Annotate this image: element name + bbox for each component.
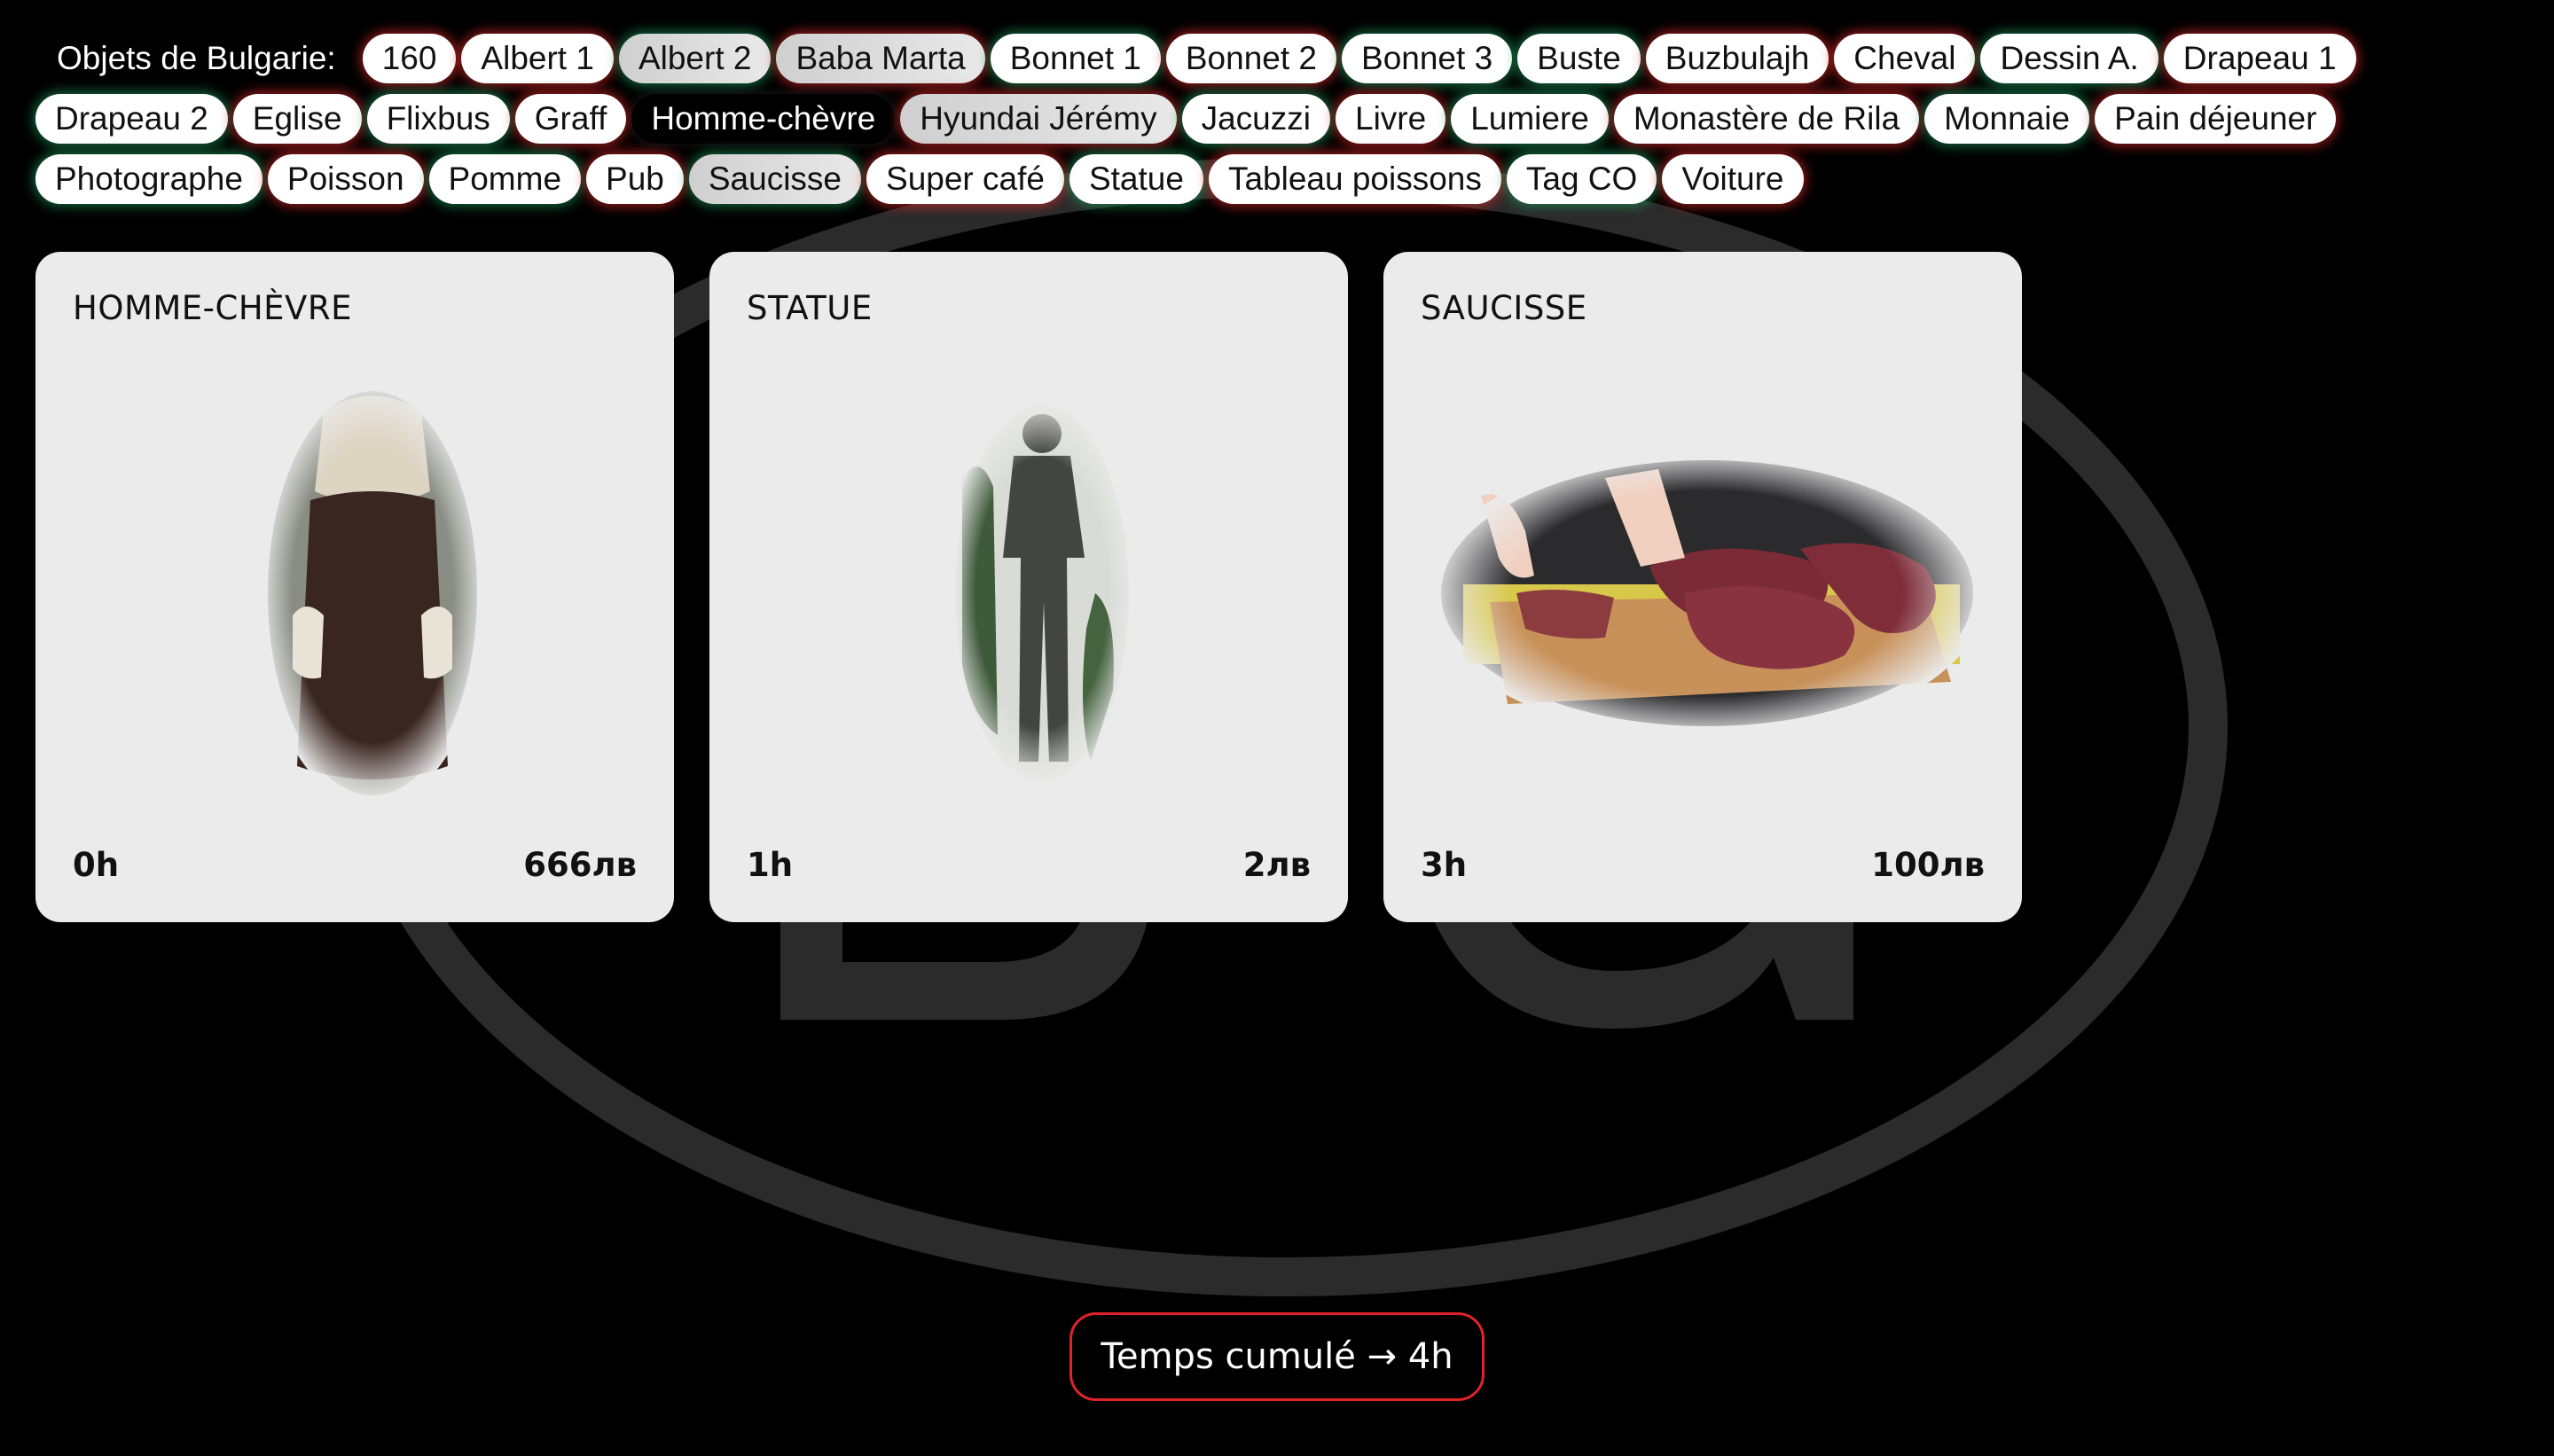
card-price: 2лв	[1242, 846, 1311, 884]
tag-lumiere[interactable]: Lumiere	[1451, 94, 1609, 144]
total-time-button[interactable]: Temps cumulé → 4h	[1069, 1312, 1485, 1401]
tag-pomme[interactable]: Pomme	[428, 154, 582, 204]
item-card-homme-chevre[interactable]: HOMME-CHÈVRE 0h 666лв	[35, 252, 674, 922]
card-time: 0h	[73, 846, 120, 884]
card-time: 3h	[1421, 846, 1468, 884]
tag-dessin-a[interactable]: Dessin A.	[1980, 34, 2158, 83]
tag-monastere-de-rila[interactable]: Monastère de Rila	[1613, 94, 1920, 144]
card-price: 666лв	[523, 846, 637, 884]
tag-filter-bar: Objets de Bulgarie: 160 Albert 1 Albert 2B…	[35, 34, 2430, 204]
tag-livre[interactable]: Livre	[1336, 94, 1446, 144]
tag-tableau-poissons[interactable]: Tableau poissons	[1208, 154, 1501, 204]
sausage-photo	[1428, 451, 1986, 735]
tag-monnaie[interactable]: Monnaie	[1924, 94, 2090, 144]
tag-voiture[interactable]: Voiture	[1662, 154, 1804, 204]
card-footer: 3h 100лв	[1421, 846, 1985, 884]
item-card-saucisse[interactable]: SAUCISSE 3h 100лв	[1383, 252, 2022, 922]
tag-pub[interactable]: Pub	[586, 154, 684, 204]
tag-160[interactable]: 160	[362, 34, 457, 83]
tag-buste[interactable]: Buste	[1517, 34, 1641, 83]
tag-flixbus[interactable]: Flixbus	[366, 94, 510, 144]
tag-drapeau-1[interactable]: Drapeau 1	[2163, 34, 2356, 83]
tag-bonnet-2[interactable]: Bonnet 2	[1165, 34, 1337, 83]
tag-homme-chevre[interactable]: Homme-chèvre	[631, 94, 896, 144]
goat-man-photo	[257, 385, 488, 802]
card-title: SAUCISSE	[1421, 289, 1587, 327]
tag-albert-2[interactable]: Albert 2	[618, 34, 772, 83]
card-title: HOMME-CHÈVRE	[73, 289, 352, 327]
filter-label: Objets de Bulgarie:	[57, 40, 336, 76]
tag-drapeau-2[interactable]: Drapeau 2	[35, 94, 228, 144]
card-footer: 1h 2лв	[747, 846, 1311, 884]
tag-statue[interactable]: Statue	[1069, 154, 1203, 204]
card-time: 1h	[747, 846, 794, 884]
tag-tag-co[interactable]: Tag CO	[1506, 154, 1657, 204]
tag-cheval[interactable]: Cheval	[1834, 34, 1976, 83]
tag-pain-dejeuner[interactable]: Pain déjeuner	[2095, 94, 2337, 144]
tag-poisson[interactable]: Poisson	[267, 154, 424, 204]
card-grid: HOMME-CHÈVRE 0h 666лв STATUE 1h 2лв SAUC…	[35, 252, 2022, 922]
tag-baba-marta[interactable]: Baba Marta	[776, 34, 985, 83]
tag-albert-1[interactable]: Albert 1	[461, 34, 614, 83]
tag-jacuzzi[interactable]: Jacuzzi	[1181, 94, 1330, 144]
card-footer: 0h 666лв	[73, 846, 637, 884]
statue-photo	[944, 398, 1140, 788]
card-price: 100лв	[1871, 846, 1985, 884]
tag-super-cafe[interactable]: Super café	[866, 154, 1064, 204]
tag-buzbulajh[interactable]: Buzbulajh	[1645, 34, 1829, 83]
tag-graff[interactable]: Graff	[514, 94, 627, 144]
tag-eglise[interactable]: Eglise	[232, 94, 362, 144]
tag-hyundai-jeremy[interactable]: Hyundai Jérémy	[900, 94, 1177, 144]
tag-bonnet-1[interactable]: Bonnet 1	[990, 34, 1161, 83]
card-title: STATUE	[747, 289, 873, 327]
page: Objets de Bulgarie: 160 Albert 1 Albert 2B…	[0, 0, 2554, 1456]
tag-saucisse[interactable]: Saucisse	[688, 154, 862, 204]
tag-bonnet-3[interactable]: Bonnet 3	[1342, 34, 1513, 83]
item-card-statue[interactable]: STATUE 1h 2лв	[709, 252, 1348, 922]
tag-photographe[interactable]: Photographe	[35, 154, 262, 204]
